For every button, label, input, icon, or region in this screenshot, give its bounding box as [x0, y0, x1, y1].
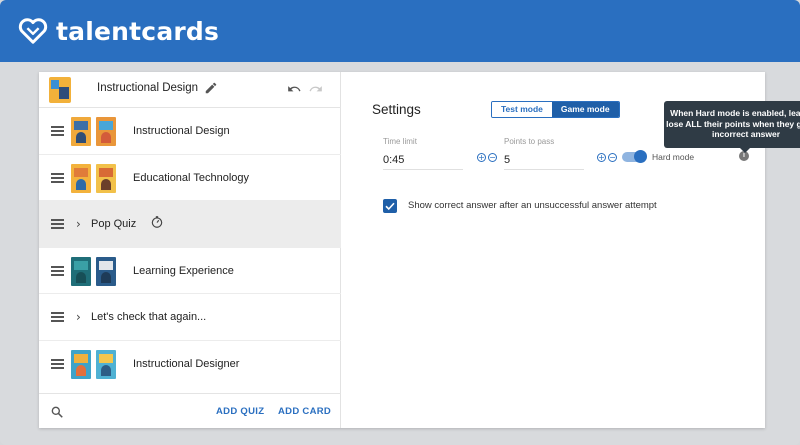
- list-item[interactable]: Learning Experience: [39, 248, 341, 294]
- card-thumbnail: [96, 256, 116, 286]
- drag-handle-icon[interactable]: [51, 126, 64, 136]
- card-thumbnail: [71, 117, 91, 146]
- set-thumbnails: [71, 163, 116, 193]
- drag-handle-icon[interactable]: [51, 312, 64, 322]
- deck-header: Instructional Design: [39, 72, 341, 108]
- redo-icon[interactable]: [309, 82, 323, 96]
- drag-handle-icon[interactable]: [51, 358, 64, 369]
- set-thumbnails: [71, 256, 116, 286]
- test-mode-button[interactable]: Test mode: [492, 102, 552, 117]
- list-item[interactable]: › Let's check that again...: [39, 294, 341, 341]
- top-bar: talentcards: [0, 0, 800, 62]
- set-thumbnails: [71, 117, 116, 146]
- show-answer-label: Show correct answer after an unsuccessfu…: [408, 200, 657, 211]
- mode-switch: Test mode Game mode: [491, 101, 620, 118]
- points-stepper: + −: [597, 153, 617, 162]
- chevron-right-icon[interactable]: ›: [76, 217, 81, 231]
- hard-mode-toggle[interactable]: [622, 150, 647, 163]
- card-thumbnail: [96, 117, 116, 146]
- increase-icon[interactable]: +: [477, 153, 486, 162]
- list-item[interactable]: Instructional Design: [39, 108, 341, 155]
- time-limit-value[interactable]: 0:45: [383, 154, 404, 166]
- card-thumbnail: [96, 163, 116, 193]
- deck-title: Instructional Design: [97, 82, 198, 94]
- set-thumbnails: [71, 349, 116, 379]
- settings-title: Settings: [372, 102, 421, 117]
- timer-icon: [151, 216, 163, 228]
- points-value[interactable]: 5: [504, 154, 510, 166]
- deck-sidebar: Instructional Design Instructional Desig…: [39, 72, 341, 428]
- set-label: Educational Technology: [133, 171, 249, 184]
- chevron-right-icon[interactable]: ›: [76, 310, 81, 324]
- hard-mode-label: Hard mode: [652, 152, 695, 162]
- add-card-button[interactable]: ADD CARD: [278, 406, 331, 417]
- drag-handle-icon[interactable]: [51, 219, 64, 229]
- game-mode-button[interactable]: Game mode: [551, 102, 619, 117]
- card-thumbnail: [71, 256, 91, 286]
- card-set-list: Instructional Design Educational Technol…: [39, 108, 341, 387]
- hard-mode-tooltip: When Hard mode is enabled, learners lose…: [664, 101, 800, 153]
- set-label: Instructional Designer: [133, 357, 240, 370]
- increase-icon[interactable]: +: [597, 153, 606, 162]
- time-limit-label: Time limit: [383, 137, 417, 146]
- app-window: talentcards Instructional Design Instruc…: [0, 0, 800, 445]
- decrease-icon[interactable]: −: [488, 153, 497, 162]
- points-label: Points to pass: [504, 137, 555, 146]
- decrease-icon[interactable]: −: [608, 153, 617, 162]
- heart-logo-icon: [18, 18, 48, 44]
- brand-name: talentcards: [56, 16, 220, 46]
- set-label: Learning Experience: [133, 264, 234, 277]
- show-answer-checkbox[interactable]: [383, 199, 397, 213]
- drag-handle-icon[interactable]: [51, 265, 64, 276]
- list-item[interactable]: Instructional Designer: [39, 341, 341, 388]
- quiz-label: Pop Quiz: [91, 218, 137, 230]
- card-thumbnail: [71, 349, 91, 379]
- settings-pane: Settings Test mode Game mode Time limit …: [341, 72, 800, 428]
- undo-icon[interactable]: [287, 82, 301, 96]
- list-item-selected[interactable]: › Pop Quiz: [39, 201, 341, 248]
- brand-logo[interactable]: talentcards: [18, 16, 219, 46]
- editor-panel: Instructional Design Instructional Desig…: [39, 72, 800, 428]
- deck-thumbnail: [49, 77, 71, 103]
- edit-pencil-icon[interactable]: [204, 81, 218, 95]
- add-quiz-button[interactable]: ADD QUIZ: [216, 406, 264, 417]
- card-thumbnail: [71, 163, 91, 193]
- sidebar-footer: ADD QUIZ ADD CARD: [39, 393, 341, 428]
- checkmark-icon: [385, 202, 395, 211]
- time-limit-stepper: + −: [477, 153, 497, 162]
- list-item[interactable]: Educational Technology: [39, 155, 341, 201]
- points-underline: [504, 169, 584, 170]
- set-label: Instructional Design: [133, 125, 230, 137]
- quiz-label: Let's check that again...: [91, 311, 207, 323]
- card-thumbnail: [96, 349, 116, 379]
- time-limit-underline: [383, 169, 463, 170]
- drag-handle-icon[interactable]: [51, 172, 64, 183]
- search-icon[interactable]: [50, 405, 64, 419]
